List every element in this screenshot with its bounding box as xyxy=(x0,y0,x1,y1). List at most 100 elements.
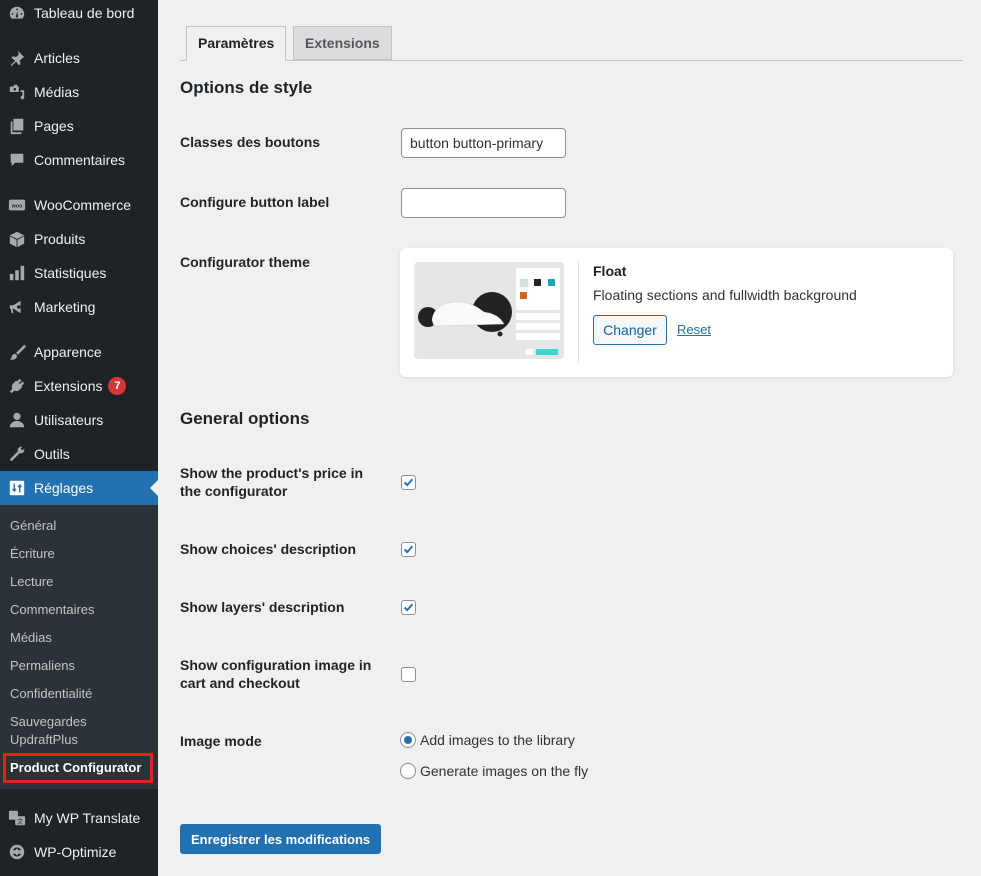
show-price-checkbox[interactable] xyxy=(401,475,416,490)
submenu-item-product-configurator[interactable]: Product Configurator xyxy=(10,759,141,777)
sidebar-item-comments[interactable]: Commentaires xyxy=(0,143,158,177)
sidebar-item-label: WooCommerce xyxy=(34,197,131,213)
optimize-icon xyxy=(0,835,34,869)
save-changes-button[interactable]: Enregistrer les modifications xyxy=(180,824,382,854)
sidebar-item-apparence[interactable]: Apparence xyxy=(0,335,158,369)
radio-button[interactable] xyxy=(400,763,416,779)
sidebar-item-utilisateurs[interactable]: Utilisateurs xyxy=(0,403,158,437)
woo-icon: woo xyxy=(0,188,34,222)
sidebar-item-label: Médias xyxy=(34,84,80,100)
svg-text:文: 文 xyxy=(17,816,24,825)
submenu-item-confidentialite[interactable]: Confidentialité xyxy=(10,685,92,703)
sidebar-item-outils[interactable]: Outils xyxy=(0,437,158,471)
sidebar-item-marketing[interactable]: Marketing xyxy=(0,290,158,324)
sidebar-item-wp-optimize[interactable]: WP-Optimize xyxy=(0,835,158,869)
pin-icon xyxy=(0,41,34,75)
svg-text:woo: woo xyxy=(11,203,23,209)
settings-icon xyxy=(0,471,34,505)
checkmark-icon xyxy=(403,603,414,612)
submenu-item-ecriture[interactable]: Écriture xyxy=(10,545,55,563)
theme-preview-image xyxy=(414,262,564,359)
active-indicator xyxy=(150,480,158,496)
sidebar-item-produits[interactable]: Produits xyxy=(0,222,158,256)
sidebar-item-label: Utilisateurs xyxy=(34,412,104,428)
sidebar-item-label: My WP Translate xyxy=(34,810,141,826)
plugin-icon xyxy=(0,369,34,403)
sidebar-item-label: Pages xyxy=(34,118,74,134)
sidebar-item-label: Articles xyxy=(34,50,80,66)
sidebar-item-articles[interactable]: Articles xyxy=(0,41,158,75)
bar-chart-icon xyxy=(0,256,34,290)
submenu-item-medias[interactable]: Médias xyxy=(10,629,52,647)
wrench-icon xyxy=(0,437,34,471)
show-layers-description-checkbox[interactable] xyxy=(401,600,416,615)
change-theme-button[interactable]: Changer xyxy=(593,315,667,345)
sidebar-item-medias[interactable]: Médias xyxy=(0,75,158,109)
reset-theme-link[interactable]: Reset xyxy=(677,322,711,337)
radio-label: Generate images on the fly xyxy=(420,763,589,779)
option-label-layers-description: Show layers' description xyxy=(180,599,345,615)
option-label-cart-image: Show configuration image in cart and che… xyxy=(180,657,372,691)
theme-name: Float xyxy=(593,263,627,279)
theme-card: Float Floating sections and fullwidth ba… xyxy=(400,248,953,377)
configurator-theme-label: Configurator theme xyxy=(180,254,310,270)
theme-divider xyxy=(578,262,579,362)
dashboard-icon xyxy=(0,0,34,30)
admin-sidebar: Tableau de bord Articles Médias Pages Co… xyxy=(0,0,158,876)
show-cart-image-checkbox[interactable] xyxy=(401,667,416,682)
configure-button-label-input[interactable] xyxy=(401,188,566,218)
submenu-item-label: Sauvegardes xyxy=(10,714,87,729)
sidebar-item-statistiques[interactable]: Statistiques xyxy=(0,256,158,290)
button-classes-label: Classes des boutons xyxy=(180,134,321,150)
radio-button-selected[interactable] xyxy=(400,732,416,748)
radio-label: Add images to the library xyxy=(420,732,575,748)
submenu-item-lecture[interactable]: Lecture xyxy=(10,573,53,591)
sidebar-item-label: Réglages xyxy=(34,480,94,496)
sidebar-item-reglages[interactable]: Réglages xyxy=(0,471,158,505)
sidebar-item-extensions[interactable]: Extensions 7 xyxy=(0,369,158,403)
sidebar-item-label: Statistiques xyxy=(34,265,107,281)
sidebar-item-label: Tableau de bord xyxy=(34,5,135,21)
media-icon xyxy=(0,75,34,109)
pages-icon xyxy=(0,109,34,143)
translate-icon: 文 xyxy=(0,801,34,835)
theme-description: Floating sections and fullwidth backgrou… xyxy=(593,287,857,303)
comment-icon xyxy=(0,143,34,177)
show-choices-description-checkbox[interactable] xyxy=(401,542,416,557)
submenu-item-general[interactable]: Général xyxy=(10,517,56,535)
sidebar-item-label: Produits xyxy=(34,231,86,247)
option-label-choices-description: Show choices' description xyxy=(180,541,357,557)
button-classes-input[interactable] xyxy=(401,128,566,158)
paintbrush-icon xyxy=(0,335,34,369)
sidebar-item-label: Outils xyxy=(34,446,70,462)
submenu-item-commentaires[interactable]: Commentaires xyxy=(10,601,95,619)
option-label-show-price: Show the product's price in the configur… xyxy=(180,465,364,499)
user-icon xyxy=(0,403,34,437)
box-icon xyxy=(0,222,34,256)
configure-button-label-label: Configure button label xyxy=(180,194,330,210)
tab-bar: Paramètres Extensions xyxy=(180,26,963,61)
tab-parametres[interactable]: Paramètres xyxy=(186,26,287,61)
megaphone-icon xyxy=(0,290,34,324)
sidebar-item-label: Extensions xyxy=(34,378,103,394)
image-mode-option-on-the-fly[interactable]: Generate images on the fly xyxy=(400,763,588,779)
sidebar-item-my-wp-translate[interactable]: 文 My WP Translate xyxy=(0,801,158,835)
checkmark-icon xyxy=(403,545,414,554)
image-mode-option-library[interactable]: Add images to the library xyxy=(400,732,575,748)
tab-extensions[interactable]: Extensions xyxy=(293,26,392,60)
radio-dot xyxy=(404,736,412,744)
sidebar-item-label: Apparence xyxy=(34,344,102,360)
section-title-style: Options de style xyxy=(180,78,313,97)
sidebar-item-label: Commentaires xyxy=(34,152,126,168)
checkmark-icon xyxy=(403,478,414,487)
submenu-item-updraftplus[interactable]: Sauvegardes UpdraftPlus xyxy=(10,713,87,749)
sidebar-item-pages[interactable]: Pages xyxy=(0,109,158,143)
image-mode-label: Image mode xyxy=(180,733,262,749)
section-title-general: General options xyxy=(180,409,310,428)
update-count-badge: 7 xyxy=(108,377,127,395)
sidebar-item-dashboard[interactable]: Tableau de bord xyxy=(0,0,158,30)
submenu-item-permaliens[interactable]: Permaliens xyxy=(10,657,75,675)
settings-submenu: Général Écriture Lecture Commentaires Mé… xyxy=(0,505,158,789)
sidebar-item-label: WP-Optimize xyxy=(34,844,117,860)
sidebar-item-woocommerce[interactable]: woo WooCommerce xyxy=(0,188,158,222)
